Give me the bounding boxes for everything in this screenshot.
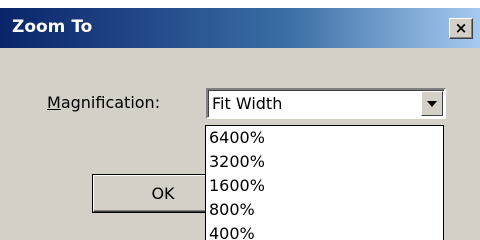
dropdown-item-1600[interactable]: 1600% [206,174,443,198]
magnification-label: Magnification: [47,93,160,113]
magnification-label-mnemonic: M [47,93,61,112]
dropdown-item-800[interactable]: 800% [206,198,443,222]
magnification-label-rest: agnification: [60,93,161,112]
zoom-to-dialog: Zoom To × Magnification: Fit Width OK 64… [0,8,480,240]
magnification-dropdown-list: 6400% 3200% 1600% 800% 400% [205,125,444,240]
chevron-down-icon [427,101,437,107]
close-button[interactable]: × [449,18,473,39]
dialog-title: Zoom To [12,17,93,37]
dropdown-arrow-button[interactable] [421,91,443,116]
close-icon: × [454,19,468,37]
dropdown-item-3200[interactable]: 3200% [206,150,443,174]
dropdown-item-6400[interactable]: 6400% [206,126,443,150]
magnification-select[interactable]: Fit Width [206,88,446,119]
dropdown-item-400[interactable]: 400% [206,222,443,240]
magnification-value: Fit Width [212,94,283,113]
title-bar[interactable]: Zoom To × [0,8,480,48]
